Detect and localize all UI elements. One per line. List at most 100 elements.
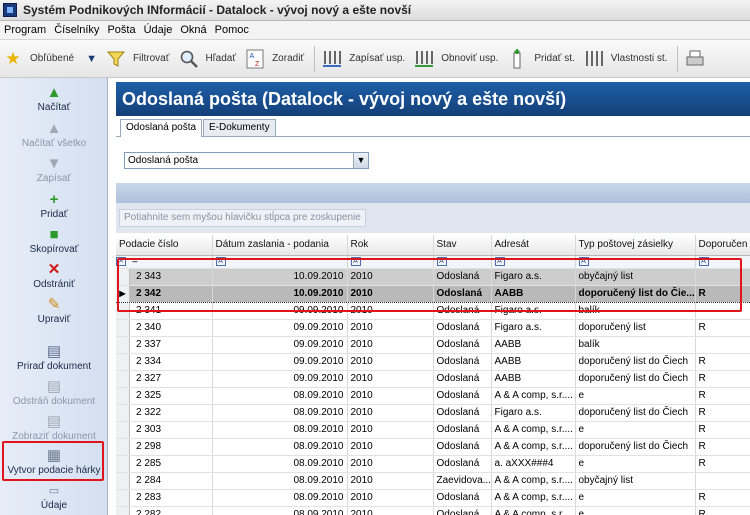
menu-program[interactable]: Program xyxy=(0,24,50,36)
table-row[interactable]: 2 298 08.09.2010 2010 Odoslaná A & A comp, s… xyxy=(116,438,750,456)
sidebar-item-data[interactable]: ▭ Údaje xyxy=(0,483,108,511)
cell-status[interactable]: Odoslaná xyxy=(433,404,492,422)
menu-ciselniky[interactable]: Číselníky xyxy=(50,24,103,36)
table-row[interactable]: 2 284 08.09.2010 2010 Zaevidova... A & A com… xyxy=(116,472,750,490)
cell-number[interactable]: 2 322 xyxy=(116,404,213,422)
cell-mail-type[interactable]: e xyxy=(575,421,696,439)
cell-year[interactable]: 2010 xyxy=(347,319,434,337)
cell-date[interactable]: 08.09.2010 xyxy=(212,472,348,490)
save-layout-button[interactable]: Zapísať usp. xyxy=(319,44,411,74)
tab-sent-mail[interactable]: Odoslaná pošta xyxy=(120,119,203,138)
row-selector[interactable] xyxy=(116,489,130,505)
cell-registered[interactable]: R xyxy=(695,370,750,388)
sidebar-item-view-document[interactable]: ▤ Zobraziť dokument xyxy=(0,414,108,443)
cell-mail-type[interactable]: obyčajný list xyxy=(575,472,696,490)
cell-number[interactable]: 2 283 xyxy=(116,489,213,507)
cell-status[interactable]: Odoslaná xyxy=(433,455,492,473)
cell-status[interactable]: Odoslaná xyxy=(433,489,492,507)
cell-registered[interactable] xyxy=(695,336,750,354)
cell-date[interactable]: 08.09.2010 xyxy=(212,387,348,405)
row-selector[interactable] xyxy=(116,438,130,454)
search-button[interactable]: Hľadať xyxy=(176,44,243,74)
column-header-registered[interactable]: Doporučen xyxy=(695,235,750,256)
cell-recipient[interactable]: A & A comp, s.r.... xyxy=(491,472,576,490)
cell-recipient[interactable]: A & A comp, s.r.... xyxy=(491,421,576,439)
cell-year[interactable]: 2010 xyxy=(347,387,434,405)
cell-mail-type[interactable]: doporučený list do Čiech xyxy=(575,353,696,371)
filter-button[interactable]: Filtrovať xyxy=(103,44,176,74)
table-row[interactable]: 2 285 08.09.2010 2010 Odoslaná a. aXXX###4 e R xyxy=(116,455,750,473)
cell-date[interactable]: 09.09.2010 xyxy=(212,353,348,371)
row-selector[interactable] xyxy=(116,404,130,420)
table-row[interactable]: 2 327 09.09.2010 2010 Odoslaná AABB doporučen… xyxy=(116,370,750,388)
cell-year[interactable]: 2010 xyxy=(347,370,434,388)
cell-mail-type[interactable]: e xyxy=(575,506,696,515)
add-column-button[interactable]: Pridať st. xyxy=(504,44,580,74)
cell-year[interactable]: 2010 xyxy=(347,438,434,456)
cell-registered[interactable]: R xyxy=(695,506,750,515)
menu-udaje[interactable]: Údaje xyxy=(140,24,177,36)
cell-year[interactable]: 2010 xyxy=(347,336,434,354)
sidebar-item-add[interactable]: + Pridať xyxy=(0,192,108,221)
column-header-year[interactable]: Rok xyxy=(347,235,434,256)
table-row[interactable]: 2 283 08.09.2010 2010 Odoslaná A & A comp, s… xyxy=(116,489,750,507)
cell-number[interactable]: 2 327 xyxy=(116,370,213,388)
row-selector[interactable] xyxy=(116,319,130,335)
cell-year[interactable]: 2010 xyxy=(347,353,434,371)
cell-year[interactable]: 2010 xyxy=(347,489,434,507)
column-header-number[interactable]: Podacie číslo xyxy=(116,235,213,256)
row-selector[interactable] xyxy=(116,455,130,471)
cell-year[interactable]: 2010 xyxy=(347,455,434,473)
cell-number[interactable]: 2 298 xyxy=(116,438,213,456)
cell-date[interactable]: 09.09.2010 xyxy=(212,370,348,388)
cell-date[interactable]: 08.09.2010 xyxy=(212,421,348,439)
sidebar-item-attach-document[interactable]: ▤ Priraď dokument xyxy=(0,344,108,373)
cell-status[interactable]: Odoslaná xyxy=(433,387,492,405)
sort-button[interactable]: AZ Zoradiť xyxy=(242,44,310,74)
row-selector[interactable] xyxy=(116,353,130,369)
dropdown-arrow-icon[interactable]: ▼ xyxy=(86,53,97,65)
cell-registered[interactable]: R xyxy=(695,489,750,507)
refresh-layout-button[interactable]: Obnoviť usp. xyxy=(411,44,504,74)
sidebar-item-save[interactable]: ▼ Zapísať xyxy=(0,156,108,185)
cell-number[interactable]: 2 282 xyxy=(116,506,213,515)
cell-recipient[interactable]: A & A comp, s.r.... xyxy=(491,489,576,507)
row-selector[interactable] xyxy=(116,421,130,437)
cell-status[interactable]: Odoslaná xyxy=(433,353,492,371)
cell-date[interactable]: 08.09.2010 xyxy=(212,404,348,422)
row-selector[interactable] xyxy=(116,506,130,515)
cell-status[interactable]: Odoslaná xyxy=(433,370,492,388)
cell-date[interactable]: 09.09.2010 xyxy=(212,336,348,354)
row-selector[interactable] xyxy=(116,472,130,488)
cell-recipient[interactable]: A & A comp, s.r.... xyxy=(491,506,576,515)
cell-mail-type[interactable]: doporučený list do Čiech xyxy=(575,404,696,422)
sidebar-item-copy[interactable]: ■ Skopírovať xyxy=(0,227,108,256)
column-properties-button[interactable]: Vlastnosti st. xyxy=(581,44,674,74)
cell-year[interactable]: 2010 xyxy=(347,472,434,490)
cell-date[interactable]: 09.09.2010 xyxy=(212,319,348,337)
table-row[interactable]: 2 337 09.09.2010 2010 Odoslaná AABB balík xyxy=(116,336,750,354)
cell-date[interactable]: 08.09.2010 xyxy=(212,455,348,473)
column-header-recipient[interactable]: Adresát xyxy=(491,235,576,256)
cell-mail-type[interactable]: e xyxy=(575,387,696,405)
cell-recipient[interactable]: AABB xyxy=(491,370,576,388)
cell-recipient[interactable]: A & A comp, s.r.... xyxy=(491,387,576,405)
sidebar-item-delete[interactable]: ✕ Odstrániť xyxy=(0,262,108,291)
sidebar-item-load[interactable]: ▲ Načítať xyxy=(0,85,108,114)
cell-number[interactable]: 2 285 xyxy=(116,455,213,473)
cell-status[interactable]: Odoslaná xyxy=(433,421,492,439)
cell-status[interactable]: Odoslaná xyxy=(433,319,492,337)
group-by-area[interactable]: Potiahnite sem myšou hlavičku stĺpca pre… xyxy=(116,203,750,233)
cell-recipient[interactable]: A & A comp, s.r.... xyxy=(491,438,576,456)
cell-year[interactable]: 2010 xyxy=(347,404,434,422)
cell-registered[interactable]: R xyxy=(695,387,750,405)
sidebar-item-remove-document[interactable]: ▤ Odstráň dokument xyxy=(0,379,108,408)
cell-year[interactable]: 2010 xyxy=(347,421,434,439)
cell-recipient[interactable]: Figaro a.s. xyxy=(491,404,576,422)
cell-number[interactable]: 2 340 xyxy=(116,319,213,337)
column-header-mail-type[interactable]: Typ poštovej zásielky xyxy=(575,235,696,256)
cell-mail-type[interactable]: doporučený list do Čiech xyxy=(575,438,696,456)
cell-number[interactable]: 2 284 xyxy=(116,472,213,490)
cell-mail-type[interactable]: doporučený list xyxy=(575,319,696,337)
menu-pomoc[interactable]: Pomoc xyxy=(211,24,253,36)
